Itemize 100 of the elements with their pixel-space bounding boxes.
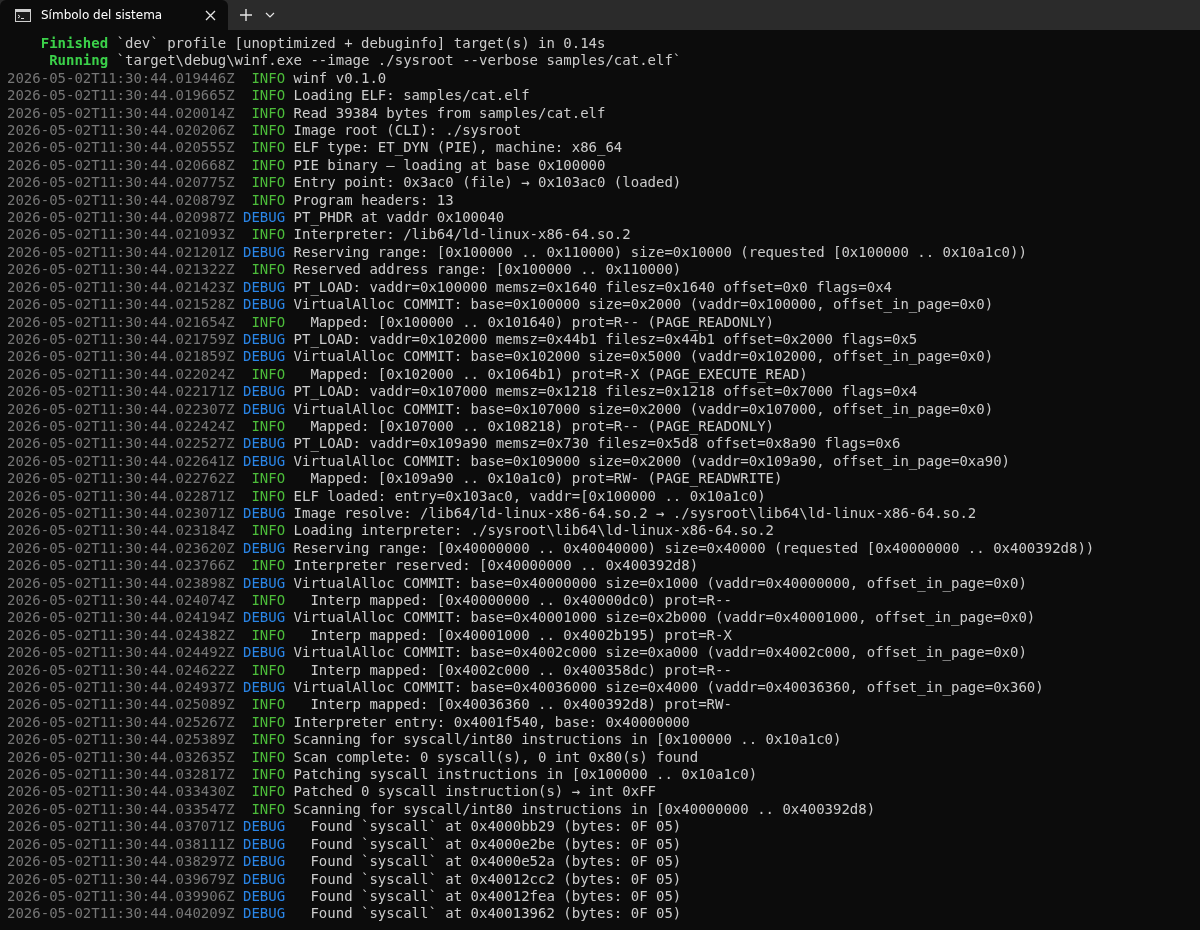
log-message: Patched 0 syscall instruction(s) → int 0xFF (293, 783, 656, 801)
log-message: VirtualAlloc COMMIT: base=0x4002c000 size=0xa000 (vaddr=0x4002c000, offset_in_page=0x0) (293, 644, 1027, 662)
log-level: INFO (250, 104, 286, 123)
log-level: DEBUG (243, 348, 286, 366)
log-level: INFO (250, 557, 286, 575)
timestamp: 2026-05-02T11:30:44.025089Z (7, 696, 235, 714)
timestamp: 2026-05-02T11:30:44.033547Z (7, 800, 235, 819)
timestamp: 2026-05-02T11:30:44.037071Z (7, 818, 235, 836)
log-message: Mapped: [0x107000 .. 0x108218) prot=R-- (PAGE_READONLY) (309, 417, 774, 436)
log-level: DEBUG (243, 835, 286, 854)
log-level: INFO (250, 748, 286, 767)
log-message: PT_LOAD: vaddr=0x100000 memsz=0x1640 filesz=0x1640 offset=0x0 flags=0x4 (293, 278, 892, 297)
log-message: winf v0.1.0 (293, 69, 387, 88)
log-level: INFO (250, 226, 286, 244)
timestamp: 2026-05-02T11:30:44.019446Z (7, 69, 235, 88)
log-level: DEBUG (243, 853, 286, 871)
log-level: INFO (250, 713, 286, 732)
log-level: INFO (250, 122, 286, 140)
timestamp: 2026-05-02T11:30:44.022024Z (7, 365, 235, 384)
timestamp: 2026-05-02T11:30:44.022527Z (7, 435, 235, 453)
timestamp: 2026-05-02T11:30:44.020014Z (7, 104, 235, 123)
log-message: VirtualAlloc COMMIT: base=0x109000 size=0x2000 (vaddr=0x109a90, offset_in_page=0xa90) (293, 452, 1010, 471)
log-message: Interpreter entry: 0x4001f540, base: 0x40000000 (293, 713, 690, 732)
log-message: Found `syscall` at 0x40012cc2 (bytes: 0F 05) (309, 870, 682, 888)
timestamp: 2026-05-02T11:30:44.022424Z (7, 417, 235, 436)
log-message: Found `syscall` at 0x40012fea (bytes: 0F 05) (309, 887, 682, 906)
log-level: INFO (250, 522, 286, 540)
log-message: ELF type: ET_DYN (PIE), machine: x86_64 (293, 139, 623, 157)
timestamp: 2026-05-02T11:30:44.025267Z (7, 713, 235, 732)
log-message: Entry point: 0x3ac0 (file) → 0x103ac0 (loaded) (293, 174, 682, 192)
log-level: INFO (250, 365, 286, 384)
log-level: INFO (250, 87, 286, 105)
log-level: INFO (250, 156, 286, 175)
log-level: DEBUG (243, 644, 286, 662)
log-message: VirtualAlloc COMMIT: base=0x40036000 size=0x4000 (vaddr=0x40036360, offset_in_page=0x360) (293, 679, 1044, 697)
log-level: DEBUG (243, 818, 286, 836)
log-message: ELF loaded: entry=0x103ac0, vaddr=[0x100000 .. 0x10a1c0) (293, 487, 766, 505)
log-message: Interpreter: /lib64/ld-linux-x86-64.so.2 (293, 226, 631, 244)
log-message: VirtualAlloc COMMIT: base=0x100000 size=0x2000 (vaddr=0x100000, offset_in_page=0x0) (293, 296, 994, 314)
chevron-down-icon (265, 12, 275, 18)
timestamp: 2026-05-02T11:30:44.020555Z (7, 139, 235, 157)
timestamp: 2026-05-02T11:30:44.024492Z (7, 644, 235, 662)
plus-icon (239, 8, 253, 22)
timestamp: 2026-05-02T11:30:44.024074Z (7, 592, 235, 610)
log-message: PT_LOAD: vaddr=0x102000 memsz=0x44b1 filesz=0x44b1 offset=0x2000 flags=0x5 (293, 330, 918, 349)
log-message: Scan complete: 0 syscall(s), 0 int 0x80(s) found (293, 748, 699, 767)
log-level: INFO (250, 487, 286, 505)
log-message: Reserved address range: [0x100000 .. 0x110000) (293, 261, 682, 279)
log-message: Program headers: 13 (293, 191, 454, 210)
log-level: DEBUG (243, 539, 286, 558)
log-message: Reserving range: [0x40000000 .. 0x40040000) size=0x40000 (requested [0x40000000 .. 0x400392d8)) (293, 539, 1095, 558)
timestamp: 2026-05-02T11:30:44.025389Z (7, 731, 235, 749)
log-level: INFO (250, 313, 286, 331)
log-level: DEBUG (243, 887, 286, 906)
timestamp: 2026-05-02T11:30:44.021654Z (7, 313, 235, 331)
log-message: VirtualAlloc COMMIT: base=0x102000 size=0x5000 (vaddr=0x102000, offset_in_page=0x0) (293, 348, 994, 366)
log-level: INFO (250, 592, 286, 610)
timestamp: 2026-05-02T11:30:44.022762Z (7, 470, 235, 488)
log-message: Scanning for syscall/int80 instructions in [0x40000000 .. 0x400392d8) (293, 800, 876, 819)
log-message: Mapped: [0x109a90 .. 0x10a1c0) prot=RW- (PAGE_READWRITE) (309, 470, 783, 488)
status-label: Running (48, 52, 109, 70)
log-level: DEBUG (243, 679, 286, 697)
log-message: VirtualAlloc COMMIT: base=0x40000000 size=0x1000 (vaddr=0x40000000, offset_in_page=0x0) (293, 574, 1027, 592)
log-level: DEBUG (243, 278, 286, 297)
log-level: INFO (250, 69, 286, 88)
log-message: PT_LOAD: vaddr=0x107000 memsz=0x1218 filesz=0x1218 offset=0x7000 flags=0x4 (293, 383, 918, 401)
timestamp: 2026-05-02T11:30:44.019665Z (7, 87, 235, 105)
log-message: Reserving range: [0x100000 .. 0x110000) size=0x10000 (requested [0x100000 .. 0x10a1c0)) (293, 243, 1027, 262)
terminal-tab[interactable]: Símbolo del sistema (0, 0, 228, 30)
timestamp: 2026-05-02T11:30:44.023620Z (7, 539, 235, 558)
timestamp: 2026-05-02T11:30:44.039906Z (7, 887, 235, 906)
log-level: INFO (250, 191, 286, 210)
log-message: Mapped: [0x102000 .. 0x1064b1) prot=R-X (PAGE_EXECUTE_READ) (309, 365, 808, 384)
log-message: Loading ELF: samples/cat.elf (293, 87, 530, 105)
log-message: Found `syscall` at 0x40013962 (bytes: 0F 05) (309, 905, 682, 923)
timestamp: 2026-05-02T11:30:44.021201Z (7, 243, 235, 262)
timestamp: 2026-05-02T11:30:44.038111Z (7, 835, 235, 854)
timestamp: 2026-05-02T11:30:44.020206Z (7, 122, 235, 140)
log-message: Interp mapped: [0x4002c000 .. 0x400358dc) prot=R-- (309, 661, 732, 680)
log-level: DEBUG (243, 296, 286, 314)
timestamp: 2026-05-02T11:30:44.040209Z (7, 905, 235, 923)
log-message: Read 39384 bytes from samples/cat.elf (293, 104, 606, 123)
log-message: Interp mapped: [0x40000000 .. 0x40000dc0) prot=R-- (309, 592, 732, 610)
timestamp: 2026-05-02T11:30:44.020987Z (7, 209, 235, 227)
log-message: Interpreter reserved: [0x40000000 .. 0x400392d8) (293, 557, 699, 575)
timestamp: 2026-05-02T11:30:44.023071Z (7, 504, 235, 523)
output-text: `dev` profile [unoptimized + debuginfo] target(s) in 0.14s (116, 35, 606, 53)
output-text: `target\debug\winf.exe --image ./sysroot --verbose samples/cat.elf` (116, 52, 682, 70)
log-level: DEBUG (243, 435, 286, 453)
log-message: Patching syscall instructions in [0x100000 .. 0x10a1c0) (293, 766, 758, 784)
log-level: INFO (250, 661, 286, 680)
log-level: INFO (250, 731, 286, 749)
log-level: DEBUG (243, 504, 286, 523)
log-level: DEBUG (243, 243, 286, 262)
log-message: Mapped: [0x100000 .. 0x101640) prot=R-- (PAGE_READONLY) (309, 313, 774, 331)
log-message: Interp mapped: [0x40001000 .. 0x4002b195) prot=R-X (309, 626, 732, 645)
timestamp: 2026-05-02T11:30:44.022307Z (7, 400, 235, 418)
timestamp: 2026-05-02T11:30:44.032817Z (7, 766, 235, 784)
timestamp: 2026-05-02T11:30:44.021322Z (7, 261, 235, 279)
log-level: DEBUG (243, 383, 286, 401)
